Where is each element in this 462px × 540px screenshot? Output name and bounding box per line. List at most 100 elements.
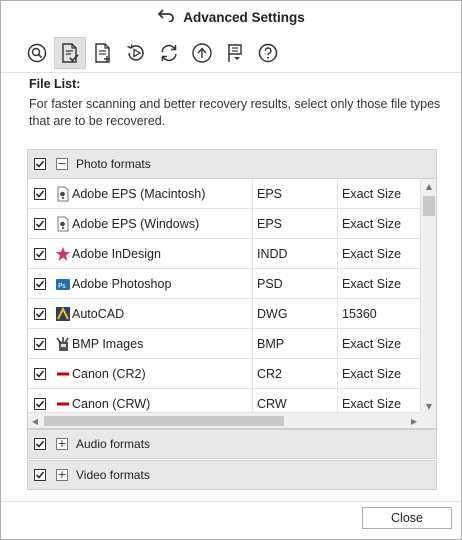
row-checkbox[interactable] (34, 247, 46, 260)
advanced-settings-window: Advanced Settings File List: For faster … (0, 0, 462, 540)
toolbar (1, 33, 461, 73)
file-size-setting[interactable]: Exact Size (337, 329, 421, 358)
help-icon (258, 43, 278, 62)
scroll-up-icon[interactable]: ▲ (421, 179, 436, 193)
group-audio-formats[interactable]: + Audio formats (27, 429, 437, 459)
indesign-icon (55, 246, 71, 262)
toolbar-file-list-button[interactable] (54, 36, 86, 69)
file-size-setting[interactable]: Exact Size (337, 269, 421, 298)
toolbar-resume-recovery-button[interactable] (120, 37, 152, 69)
file-type-name: Canon (CR2) (72, 366, 146, 381)
file-size-setting[interactable]: Exact Size (337, 239, 421, 268)
file-add-icon (95, 42, 110, 63)
scroll-right-icon[interactable]: ▶ (407, 413, 421, 428)
toolbar-search-button[interactable] (21, 37, 53, 69)
list-item[interactable]: BMP Images BMP Exact Size (28, 329, 421, 359)
file-extension: CR2 (252, 359, 338, 388)
file-type-name: AutoCAD (72, 306, 125, 321)
file-extension: EPS (252, 179, 338, 208)
check-icon (35, 440, 45, 448)
search-icon (27, 43, 47, 62)
list-item[interactable]: Adobe EPS (Macintosh) EPS Exact Size (28, 179, 421, 209)
group-photo-formats[interactable]: − Photo formats (27, 149, 437, 179)
upload-icon (192, 42, 212, 63)
check-icon (35, 280, 45, 288)
list-item[interactable]: Adobe InDesign INDD Exact Size (28, 239, 421, 269)
file-extension: DWG (252, 299, 338, 328)
window-title: Advanced Settings (183, 9, 305, 25)
file-type-name: Canon (CRW) (72, 396, 151, 411)
check-icon (35, 190, 45, 198)
footer-divider (1, 501, 461, 502)
flag-icon (228, 43, 242, 62)
horizontal-scrollbar[interactable]: ◀ ▶ (28, 412, 421, 428)
check-icon (35, 471, 45, 479)
toolbar-file-add-button[interactable] (87, 37, 119, 69)
row-checkbox[interactable] (34, 307, 46, 320)
row-checkbox[interactable] (34, 217, 46, 230)
file-extension: BMP (252, 329, 338, 358)
title-bar: Advanced Settings (1, 1, 461, 33)
close-button[interactable]: Close (362, 507, 452, 529)
check-icon (35, 160, 45, 168)
file-size-setting[interactable]: Exact Size (337, 209, 421, 238)
check-icon (35, 400, 45, 408)
toolbar-help-button[interactable] (252, 37, 284, 69)
row-checkbox[interactable] (34, 337, 46, 350)
list-item[interactable]: AutoCAD DWG 15360 (28, 299, 421, 329)
photo-file-list: Adobe EPS (Macintosh) EPS Exact Size Ado… (27, 179, 437, 429)
row-checkbox[interactable] (34, 397, 46, 410)
resume-recovery-icon (127, 43, 144, 61)
check-icon (35, 250, 45, 258)
file-type-name: Adobe Photoshop (72, 276, 172, 291)
file-type-name: Adobe EPS (Macintosh) (72, 186, 206, 201)
canon-icon (55, 366, 71, 382)
scroll-corner (420, 412, 436, 428)
file-size-setting[interactable]: Exact Size (337, 179, 421, 208)
group-audio-checkbox[interactable] (34, 438, 46, 450)
scroll-down-icon[interactable]: ▼ (421, 399, 436, 413)
scroll-left-icon[interactable]: ◀ (28, 413, 42, 428)
file-size-setting[interactable]: Exact Size (337, 359, 421, 388)
autocad-icon (55, 306, 71, 322)
list-item[interactable]: Canon (CR2) CR2 Exact Size (28, 359, 421, 389)
eps-icon (55, 216, 71, 232)
file-type-name: Adobe EPS (Windows) (72, 216, 200, 231)
check-icon (35, 340, 45, 348)
horizontal-scroll-thumb[interactable] (44, 416, 284, 426)
svg-text:Ps: Ps (58, 282, 66, 290)
file-list-heading: File List: (29, 77, 81, 91)
check-icon (35, 310, 45, 318)
toolbar-upload-button[interactable] (186, 37, 218, 69)
back-arrow-icon[interactable] (157, 8, 175, 26)
photoshop-icon: Ps (55, 276, 71, 292)
list-item[interactable]: Ps Adobe Photoshop PSD Exact Size (28, 269, 421, 299)
group-label: Video formats (76, 468, 150, 482)
file-extension: PSD (252, 269, 338, 298)
group-video-formats[interactable]: + Video formats (27, 460, 437, 490)
row-checkbox[interactable] (34, 277, 46, 290)
expand-toggle[interactable]: + (56, 438, 68, 450)
group-video-checkbox[interactable] (34, 469, 46, 481)
group-label: Audio formats (76, 437, 151, 451)
file-list-icon (62, 42, 79, 63)
file-list-description: For faster scanning and better recovery … (29, 97, 441, 128)
file-type-name: Adobe InDesign (72, 246, 161, 261)
toolbar-update-button[interactable] (153, 37, 185, 69)
expand-toggle[interactable]: + (56, 469, 68, 481)
group-label: Photo formats (76, 157, 151, 171)
file-size-setting[interactable]: 15360 (337, 299, 421, 328)
check-icon (35, 220, 45, 228)
file-type-name: BMP Images (72, 336, 144, 351)
file-extension: INDD (252, 239, 338, 268)
check-icon (35, 370, 45, 378)
vertical-scrollbar[interactable]: ▲ ▼ (420, 179, 436, 413)
file-extension: EPS (252, 209, 338, 238)
list-item[interactable]: Adobe EPS (Windows) EPS Exact Size (28, 209, 421, 239)
group-photo-checkbox[interactable] (34, 158, 46, 170)
collapse-toggle[interactable]: − (56, 158, 68, 170)
vertical-scroll-thumb[interactable] (423, 196, 435, 216)
toolbar-flag-button[interactable] (219, 37, 251, 69)
row-checkbox[interactable] (34, 367, 46, 380)
row-checkbox[interactable] (34, 187, 46, 200)
